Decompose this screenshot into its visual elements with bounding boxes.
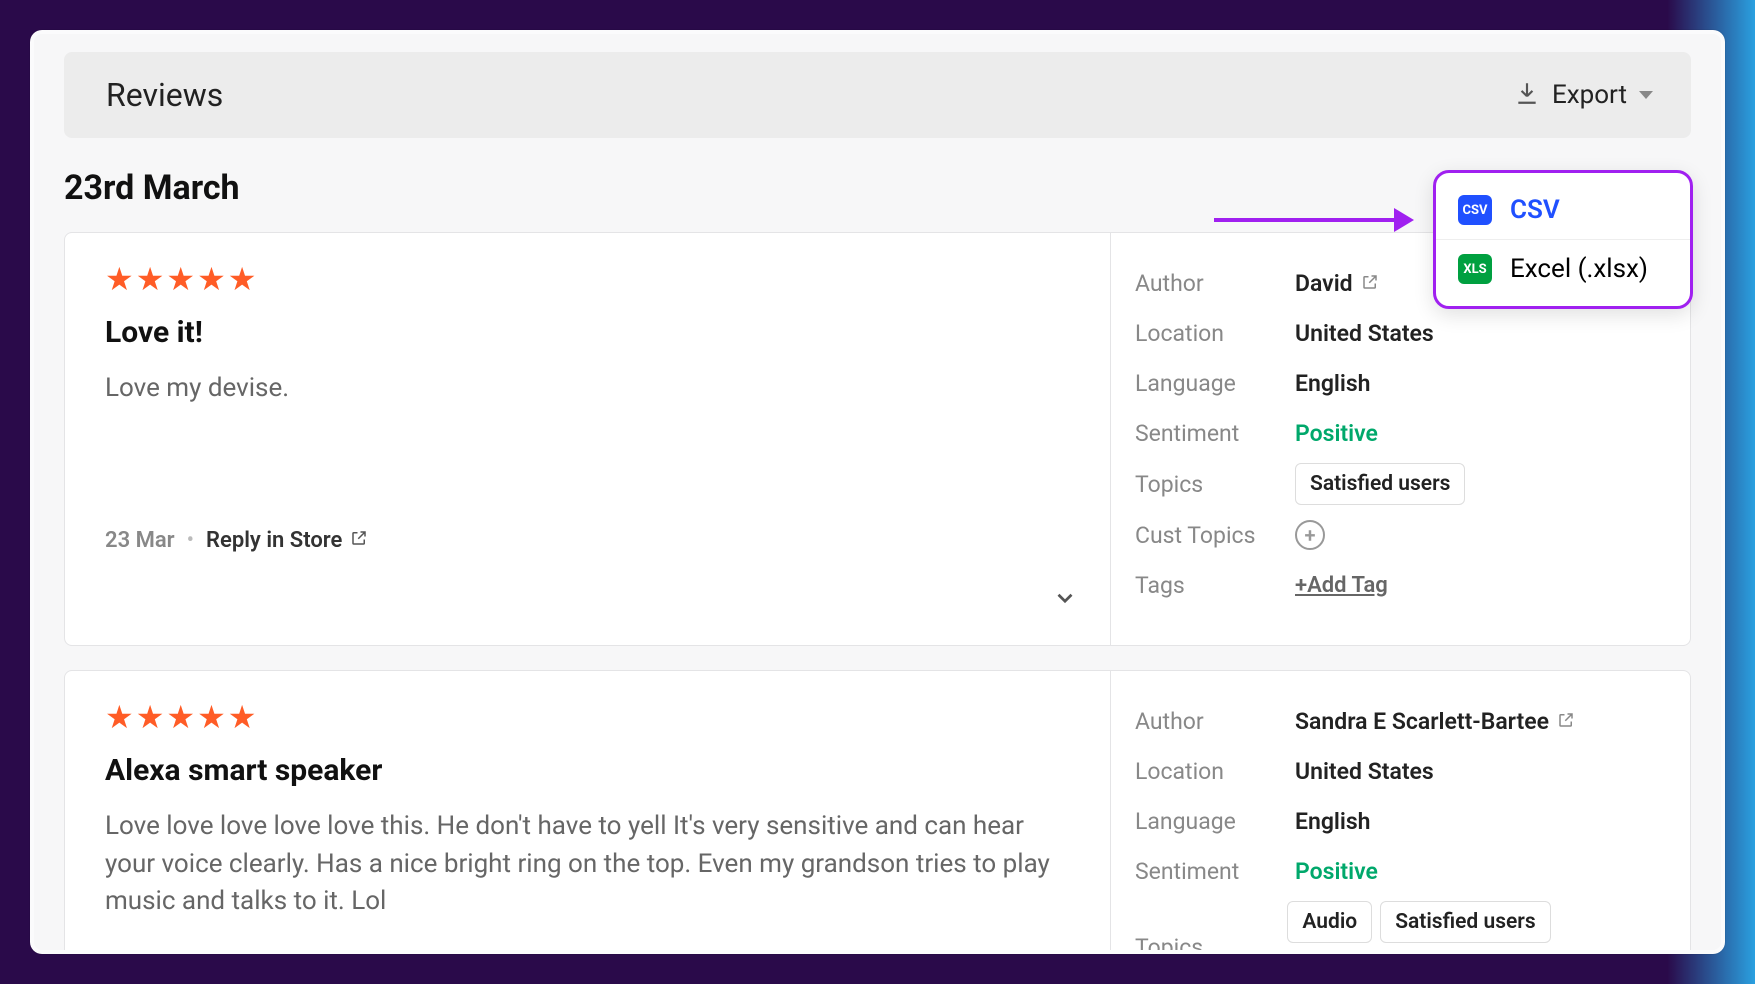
download-icon (1514, 80, 1540, 110)
external-link-icon (350, 528, 368, 553)
header-bar: Reviews Export (64, 52, 1691, 138)
star-icon: ★ (136, 263, 165, 295)
export-label: Export (1552, 80, 1627, 110)
location-value: United States (1295, 758, 1434, 785)
meta-label-topics: Topics (1135, 934, 1287, 955)
star-icon: ★ (136, 701, 165, 733)
meta-label-location: Location (1135, 758, 1295, 785)
meta-label-tags: Tags (1135, 572, 1295, 599)
author-name: Sandra E Scarlett-Bartee (1295, 708, 1549, 735)
star-icon: ★ (105, 701, 134, 733)
export-option-csv[interactable]: CSV CSV (1436, 181, 1690, 240)
review-title: Alexa smart speaker (105, 753, 1070, 788)
add-cust-topic-button[interactable]: + (1295, 520, 1325, 550)
csv-badge-icon: CSV (1458, 195, 1492, 225)
export-option-label: CSV (1510, 195, 1560, 225)
topic-chip[interactable]: Satisfied users (1295, 463, 1465, 505)
location-value: United States (1295, 320, 1434, 347)
review-date: 23 Mar (105, 528, 175, 553)
review-body: Love my devise. (105, 370, 1070, 408)
meta-label-language: Language (1135, 370, 1295, 397)
star-icon: ★ (197, 701, 226, 733)
chevron-down-icon (1639, 91, 1653, 99)
star-icon: ★ (166, 701, 195, 733)
topic-chip[interactable]: Audio (1287, 901, 1372, 943)
star-icon: ★ (166, 263, 195, 295)
external-link-icon[interactable] (1361, 270, 1379, 297)
xls-badge-icon: XLS (1458, 254, 1492, 284)
annotation-arrow (1214, 208, 1414, 232)
language-value: English (1295, 808, 1371, 835)
sentiment-value: Positive (1295, 420, 1378, 447)
reply-in-store-link[interactable]: Reply in Store (206, 528, 368, 553)
star-rating: ★ ★ ★ ★ ★ (105, 263, 1070, 295)
language-value: English (1295, 370, 1371, 397)
meta-label-sentiment: Sentiment (1135, 420, 1295, 447)
star-rating: ★ ★ ★ ★ ★ (105, 701, 1070, 733)
star-icon: ★ (197, 263, 226, 295)
review-title: Love it! (105, 315, 1070, 350)
meta-label-cust-topics: Cust Topics (1135, 522, 1295, 549)
topic-chip[interactable]: Satisfied users (1380, 901, 1550, 943)
meta-label-location: Location (1135, 320, 1295, 347)
reviews-panel: Reviews Export CSV CSV XLS Excel (.xlsx)… (30, 30, 1725, 954)
meta-label-author: Author (1135, 708, 1295, 735)
topic-chip[interactable]: Use cases (1287, 951, 1413, 954)
export-button[interactable]: Export (1494, 68, 1673, 122)
page-title: Reviews (106, 76, 223, 114)
meta-label-sentiment: Sentiment (1135, 858, 1295, 885)
meta-label-author: Author (1135, 270, 1295, 297)
separator-dot: • (187, 528, 194, 553)
meta-label-topics: Topics (1135, 471, 1295, 498)
export-option-excel[interactable]: XLS Excel (.xlsx) (1436, 240, 1690, 298)
meta-label-language: Language (1135, 808, 1295, 835)
export-dropdown: CSV CSV XLS Excel (.xlsx) (1433, 170, 1693, 309)
export-option-label: Excel (.xlsx) (1510, 254, 1648, 284)
sentiment-value: Positive (1295, 858, 1378, 885)
review-body: Love love love love love this. He don't … (105, 808, 1070, 921)
author-name: David (1295, 270, 1353, 297)
star-icon: ★ (228, 701, 257, 733)
review-card: ★ ★ ★ ★ ★ Alexa smart speaker Love love … (64, 670, 1691, 954)
add-tag-link[interactable]: +Add Tag (1295, 573, 1388, 598)
external-link-icon[interactable] (1557, 708, 1575, 735)
star-icon: ★ (105, 263, 134, 295)
collapse-toggle[interactable] (1052, 585, 1078, 615)
star-icon: ★ (228, 263, 257, 295)
